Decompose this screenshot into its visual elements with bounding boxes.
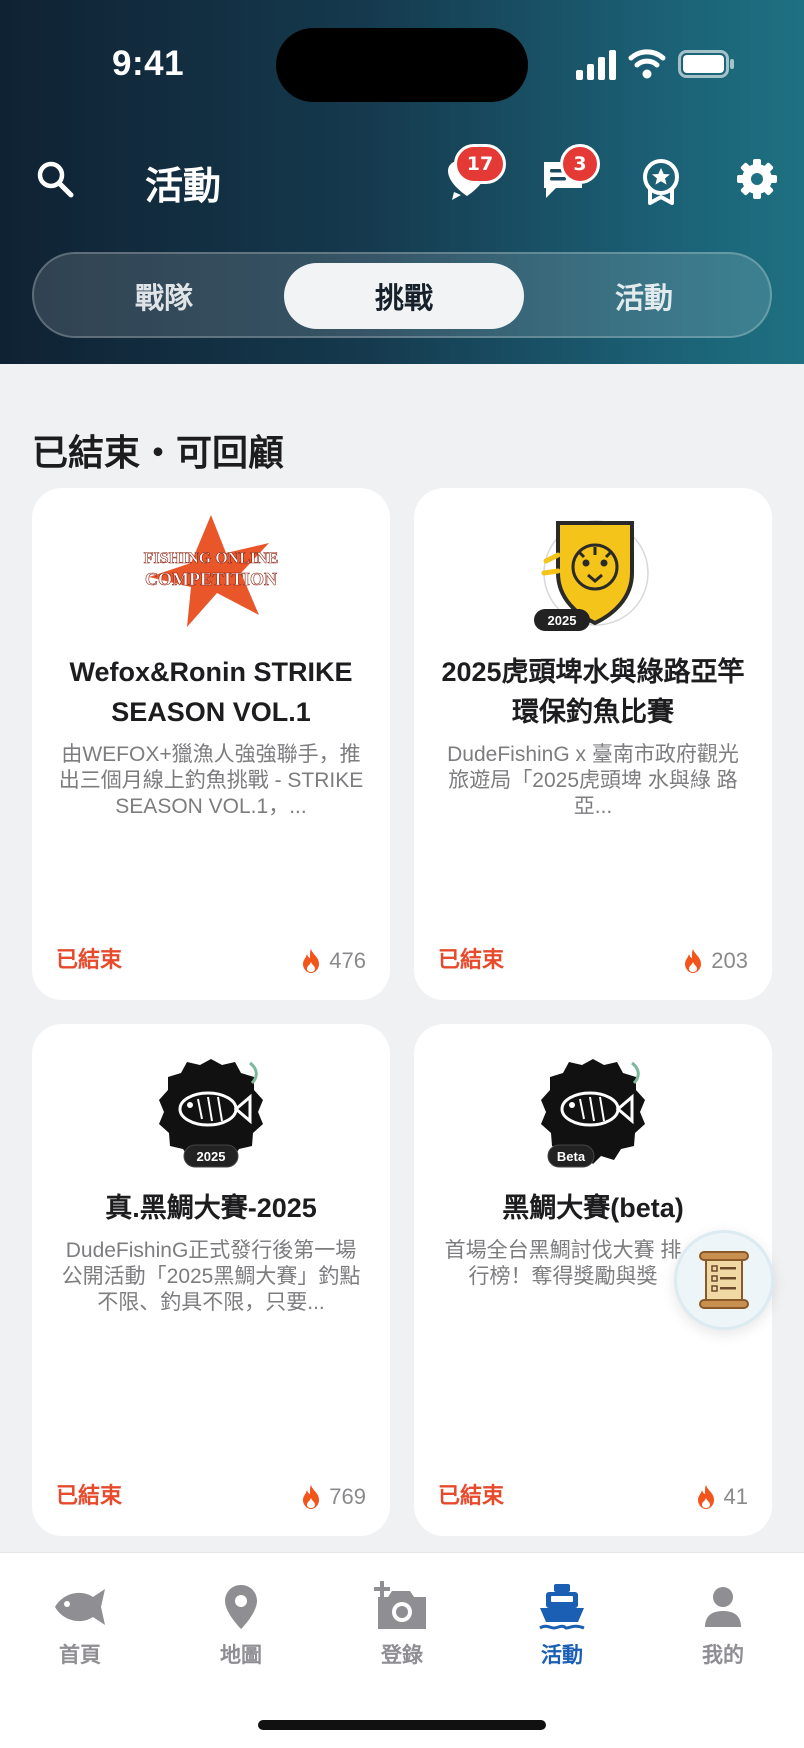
card-description: DudeFishinG正式發行後第一場公開活動「2025黑鯛大賽」釣點不限、釣具… [61,1239,361,1314]
flame-icon [697,1485,714,1509]
card-status: 已結束 [438,948,505,973]
card-description: 首場全台黑鯛討伐大賽 排行榜！奪得獎勵與獎 [444,1239,682,1288]
flame-icon [303,1485,320,1509]
flame-icon [303,949,320,973]
nav-label: 我的 [702,1643,744,1667]
card-status: 已結束 [438,1484,505,1509]
fish-icon [50,1579,110,1635]
medal-icon [643,159,679,205]
card-title: Wefox&Ronin STRIKE SEASON VOL.1 [69,657,353,727]
favorites-badge: 17 [454,144,506,184]
card-title: 黑鯛大賽(beta) [502,1193,684,1223]
nav-log-catch[interactable]: 登錄 [342,1579,462,1679]
nav-home[interactable]: 首頁 [20,1579,140,1679]
tiger-shield-logo: 2025 [508,510,678,640]
black-seabream-2025-logo: 2025 [126,1046,296,1176]
home-indicator [258,1720,546,1730]
card-participants: 203 [683,948,748,974]
tab-challenges[interactable]: 挑戰 [284,263,524,329]
app-header: 9:41 活動 17 3 戰隊 挑戰 活動 [0,0,804,364]
card-count: 41 [723,1484,748,1509]
camera-add-icon [372,1579,432,1635]
card-status: 已結束 [56,1484,123,1509]
logo-beta-text: Beta [557,1149,586,1164]
card-participants: 769 [301,1484,366,1510]
card-description: DudeFishinG x 臺南市政府觀光旅遊局「2025虎頭埤 水與綠 路亞.… [447,743,739,818]
black-seabream-beta-logo: Beta [508,1046,678,1176]
card-participants: 41 [696,1484,748,1510]
achievements-button[interactable] [634,154,688,208]
cellular-signal-icon [576,50,616,80]
challenge-card-wefox[interactable]: FISHING ONLINE COMPETITION Wefox&Ronin S… [32,488,390,1000]
scroll-icon [699,1251,749,1309]
nav-label: 首頁 [59,1643,101,1667]
section-title: 已結束・可回顧 [32,433,285,474]
svg-text:FISHING ONLINE: FISHING ONLINE [144,550,279,567]
fishing-online-competition-logo: FISHING ONLINE COMPETITION [126,510,296,640]
page-title: 活動 [145,164,222,208]
nav-label: 地圖 [220,1643,262,1667]
wifi-icon [628,49,666,79]
card-description: 由WEFOX+獵漁人強強聯手，推出三個月線上釣魚挑戰 - STRIKE SEAS… [58,743,364,818]
challenge-card-black-seabream-2025[interactable]: 2025 真.黑鯛大賽-2025 DudeFishinG正式發行後第一場公開活動… [32,1024,390,1536]
map-pin-icon [211,1579,271,1635]
tab-teams[interactable]: 戰隊 [44,263,284,329]
tab-events[interactable]: 活動 [524,263,764,329]
nav-profile[interactable]: 我的 [663,1579,783,1679]
status-time: 9:41 [112,44,185,83]
battery-icon [678,50,734,78]
nav-label: 登錄 [381,1643,423,1667]
card-title: 真.黑鯛大賽-2025 [105,1193,317,1223]
card-title: 2025虎頭埤水與綠路亞竿環保釣魚比賽 [441,657,745,727]
card-status: 已結束 [56,948,123,973]
svg-text:COMPETITION: COMPETITION [145,569,277,589]
flame-icon [685,949,702,973]
settings-gear-icon[interactable] [730,152,784,206]
segment-control: 戰隊 挑戰 活動 [32,252,772,338]
nav-map[interactable]: 地圖 [181,1579,301,1679]
nav-events[interactable]: 活動 [502,1579,622,1679]
search-icon[interactable] [28,152,82,206]
logo-year-text: 2025 [197,1149,226,1164]
quest-scroll-button[interactable] [674,1230,774,1330]
nav-label: 活動 [541,1643,583,1667]
bottom-navigation: 首頁 地圖 登錄 活動 我的 [0,1552,804,1748]
person-icon [693,1579,753,1635]
card-count: 203 [711,948,748,973]
challenge-card-hutoupi[interactable]: 2025 2025虎頭埤水與綠路亞竿環保釣魚比賽 DudeFishinG x 臺… [414,488,772,1000]
card-participants: 476 [301,948,366,974]
ship-icon [532,1579,592,1635]
card-count: 476 [329,948,366,973]
dynamic-island [276,28,528,102]
card-count: 769 [329,1484,366,1509]
messages-badge: 3 [560,144,600,184]
logo-year-text: 2025 [548,613,577,628]
